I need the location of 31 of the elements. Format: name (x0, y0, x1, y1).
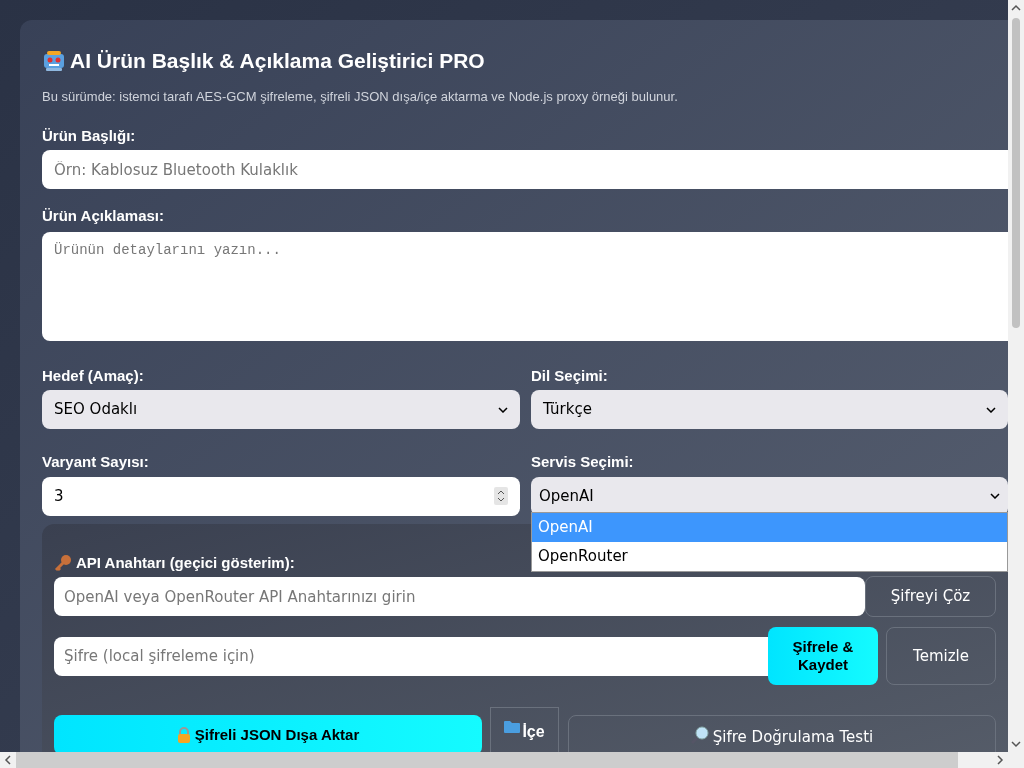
clear-button[interactable]: Temizle (886, 627, 996, 685)
spinner-icon[interactable] (494, 487, 508, 505)
api-key-input[interactable]: OpenAI veya OpenRouter API Anahtarınızı girin (54, 577, 865, 616)
title-input[interactable]: Örn: Kablosuz Bluetooth Kulaklık (42, 150, 1008, 189)
goal-select[interactable]: SEO Odaklı (42, 390, 520, 429)
vertical-scrollbar[interactable] (1008, 0, 1024, 752)
field-label: Ürün Açıklaması: (42, 206, 165, 226)
scrollbar-thumb[interactable] (1012, 18, 1020, 328)
encrypt-save-button[interactable]: Şifrele & Kaydet (768, 627, 878, 685)
variant-number-input[interactable]: 3 (42, 476, 520, 516)
field-label: Varyant Sayısı: (42, 452, 150, 472)
chevron-down-icon (498, 406, 508, 413)
lock-icon (176, 727, 191, 743)
field-label: Hedef (Amaç): (42, 365, 145, 386)
export-button[interactable]: Şifreli JSON Dışa Aktar (54, 715, 482, 752)
description-textarea[interactable]: Ürünün detaylarını yazın... (42, 231, 1008, 341)
field-label: Dil Seçimi: (531, 365, 609, 386)
app-title: AI Ürün Başlık & Açıklama Geliştirici PRO (70, 48, 485, 75)
api-key-label: API Anahtarı (geçici gösterim): (76, 552, 295, 573)
chevron-down-icon (990, 493, 1000, 499)
field-label: Servis Seçimi: (531, 452, 635, 472)
language-select[interactable]: Türkçe (531, 390, 1008, 429)
magnifier-icon (690, 726, 709, 744)
decrypt-button[interactable]: Şifreyi Çöz (865, 576, 996, 617)
field-label: Ürün Başlığı: (42, 125, 137, 146)
password-input[interactable]: Şifre (local şifreleme için) (54, 636, 768, 676)
folder-icon (504, 720, 521, 733)
app-subtitle: Bu sürümde: istemci tarafı AES-GCM şifreleme, şifreli JSON dışa/içe aktarma ve Node.js proxy örneği bulunur. (42, 88, 679, 106)
robot-icon (42, 50, 66, 72)
chevron-down-icon (986, 406, 996, 413)
key-icon (54, 553, 72, 572)
